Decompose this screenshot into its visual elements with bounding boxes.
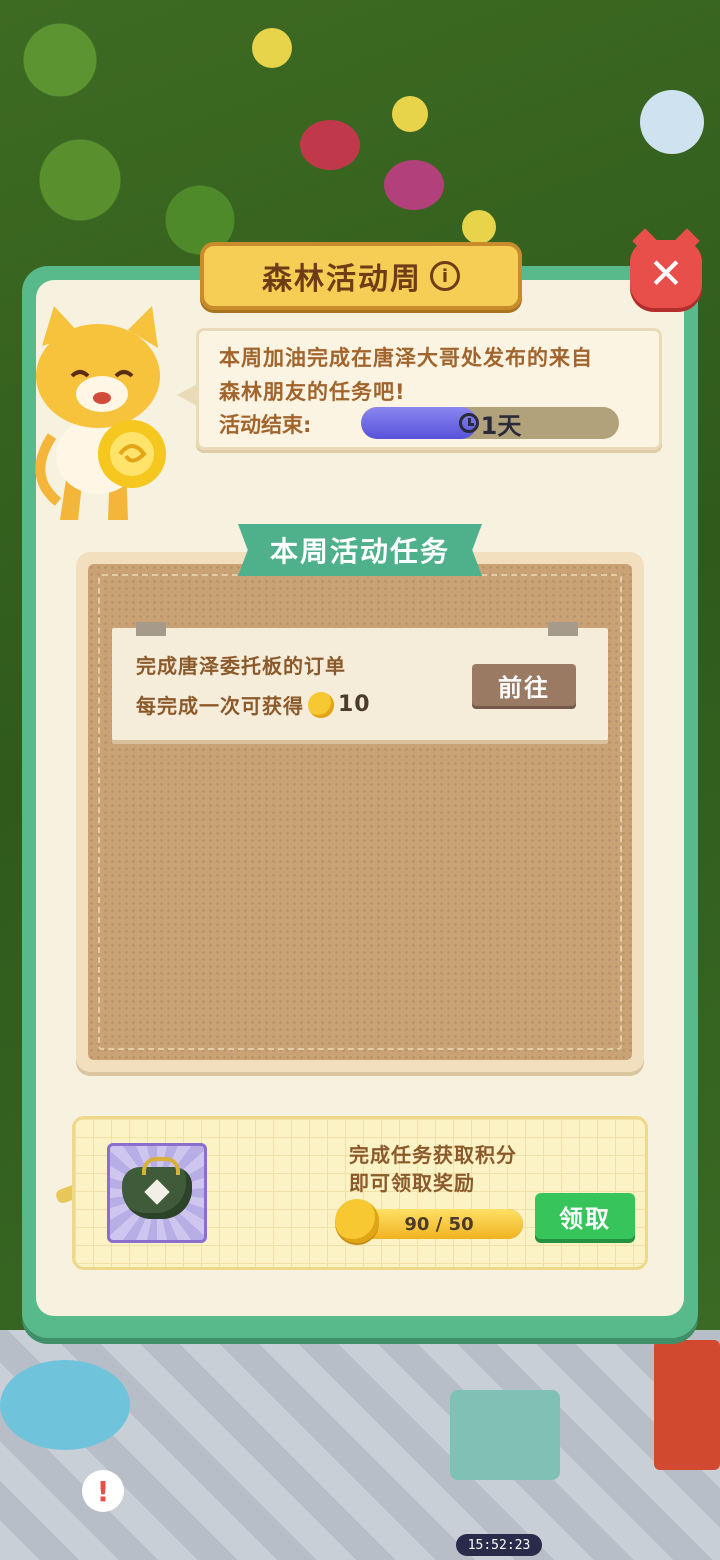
vending-machine xyxy=(654,1340,720,1470)
task-reward-amount: 10 xyxy=(338,692,371,717)
lollipop-decoration xyxy=(462,210,496,244)
reward-desc-line-1: 完成任务获取积分 xyxy=(349,1143,517,1167)
task-card: 完成唐泽委托板的订单 每完成一次可获得 10 前往 xyxy=(112,622,608,740)
panel-title-tab: 森林活动周 i xyxy=(200,242,522,310)
info-icon[interactable]: i xyxy=(430,261,460,291)
task-reward-row: 每完成一次可获得 10 xyxy=(136,690,371,719)
points-progress-bar: 90 / 50 xyxy=(355,1209,523,1239)
task-section-title: 本周活动任务 xyxy=(269,535,450,568)
timer-text: 1天 xyxy=(480,411,522,440)
reward-desc-line-2: 即可领取奖励 xyxy=(349,1171,475,1195)
close-icon: ✕ xyxy=(648,249,684,298)
reward-item-slot[interactable] xyxy=(107,1143,207,1243)
chick-coin-icon xyxy=(335,1199,379,1243)
timer-label: 1天 xyxy=(361,407,619,439)
task-section-tab: 本周活动任务 xyxy=(238,524,482,576)
intro-line-2: 森林朋友的任务吧! xyxy=(219,380,406,404)
tape-right xyxy=(548,622,578,636)
panel-title: 森林活动周 xyxy=(262,262,422,297)
tile-plaza xyxy=(0,1330,720,1560)
lollipop-decoration xyxy=(252,28,292,68)
elephant-character xyxy=(640,90,704,154)
go-button-label: 前往 xyxy=(498,673,550,702)
clock-icon xyxy=(458,413,479,433)
alert-icon[interactable]: ! xyxy=(82,1470,124,1512)
purse-icon xyxy=(122,1157,192,1219)
event-end-label: 活动结束: xyxy=(219,413,312,437)
event-timer-bar: 1天 xyxy=(361,407,619,439)
fountain xyxy=(0,1360,130,1450)
go-button[interactable]: 前往 xyxy=(472,664,576,706)
purse-ribbon xyxy=(144,1179,170,1205)
flower-bush xyxy=(384,160,444,210)
crate xyxy=(450,1390,560,1480)
points-text: 90 / 50 xyxy=(404,1213,474,1235)
flower-bush xyxy=(300,120,360,170)
reward-box: 完成任务获取积分 即可领取奖励 90 / 50 领取 xyxy=(72,1116,648,1270)
intro-bubble: 本周加油完成在唐泽大哥处发布的来自 森林朋友的任务吧! 活动结束: 1天 xyxy=(177,328,662,450)
chick-coin-icon xyxy=(308,691,334,718)
claim-button[interactable]: 领取 xyxy=(535,1193,635,1239)
close-button[interactable]: ✕ xyxy=(630,240,702,308)
tape-left xyxy=(136,622,166,636)
task-reward-prefix: 每完成一次可获得 xyxy=(136,694,304,718)
intro-line-1: 本周加油完成在唐泽大哥处发布的来自 xyxy=(219,346,593,370)
claim-button-label: 领取 xyxy=(559,1204,611,1233)
cat-mascot xyxy=(35,306,166,520)
lollipop-decoration xyxy=(392,96,428,132)
reward-description: 完成任务获取积分 即可领取奖励 xyxy=(349,1141,517,1197)
game-clock: 15:52:23 xyxy=(456,1534,542,1556)
task-title: 完成唐泽委托板的订单 xyxy=(136,654,346,678)
